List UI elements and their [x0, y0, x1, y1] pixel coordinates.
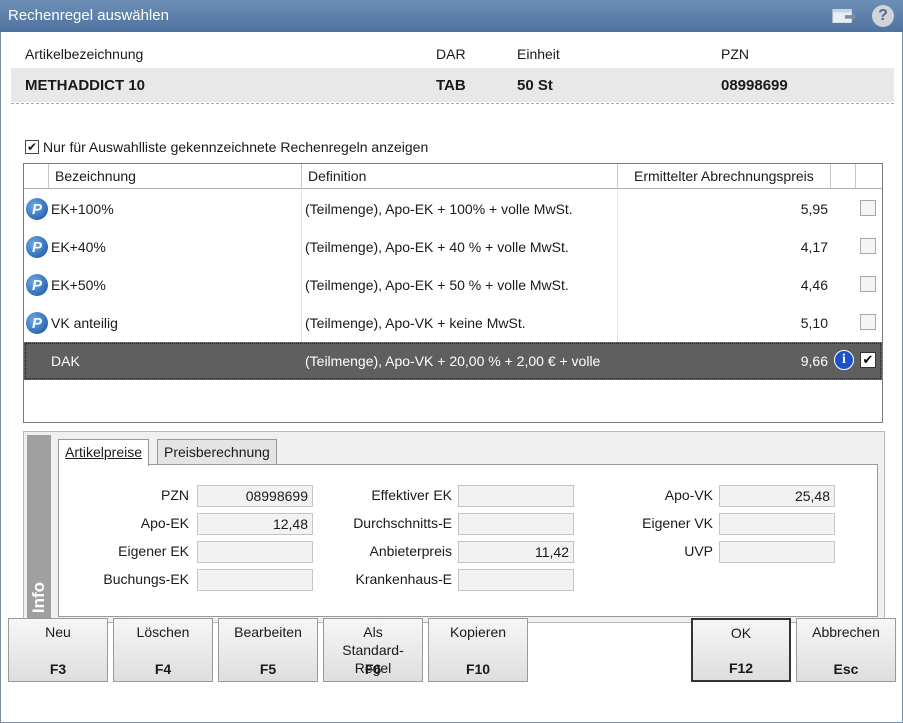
header-separator [11, 103, 894, 104]
article-unit: 50 St [517, 77, 553, 94]
label-eigener-ek: Eigener EK [118, 543, 189, 559]
row-price: 9,66 [800, 353, 828, 369]
krankenhaus-e-field[interactable] [458, 569, 574, 591]
row-definition: (Teilmenge), Apo-EK + 40 % + volle MwSt. [305, 239, 569, 255]
label-durchschnitts-e: Durchschnitts-E [353, 515, 452, 531]
header-icon-col [24, 164, 49, 189]
ok-button[interactable]: OK F12 [691, 618, 791, 682]
window-title: Rechenregel auswählen [8, 7, 169, 24]
grid-header: Bezeichnung Definition Ermittelter Abrec… [24, 164, 882, 189]
info-panel: Info Artikelpreise Preisberechnung PZN 0… [23, 431, 885, 623]
label-apo-ek: Apo-EK [140, 515, 189, 531]
row-price: 4,17 [800, 239, 828, 255]
ok-button-key: F12 [728, 660, 754, 676]
new-button[interactable]: Neu F3 [8, 618, 108, 682]
table-row[interactable]: P VK anteilig (Teilmenge), Apo-VK + kein… [24, 304, 882, 342]
article-header-labels: Artikelbezeichnung DAR Einheit PZN [25, 46, 885, 64]
row-definition: (Teilmenge), Apo-EK + 50 % + volle MwSt. [305, 277, 569, 293]
table-row[interactable]: P EK+100% (Teilmenge), Apo-EK + 100% + v… [24, 190, 882, 228]
row-price: 5,10 [800, 315, 828, 331]
tab-artikelpreise-label: Artikelpreise [65, 444, 143, 460]
row-name: DAK [51, 353, 80, 369]
filter-checkbox-row[interactable]: ✔ Nur für Auswahlliste gekennzeichnete R… [25, 138, 428, 156]
tab-preisberechnung-label: Preisberechnung [164, 444, 270, 460]
delete-button[interactable]: Löschen F4 [113, 618, 213, 682]
table-row[interactable]: P EK+40% (Teilmenge), Apo-EK + 40 % + vo… [24, 228, 882, 266]
header-price[interactable]: Ermittelter Abrechnungspreis [618, 164, 831, 189]
copy-button-key: F10 [465, 661, 491, 677]
row-checkbox[interactable] [860, 200, 876, 216]
table-row[interactable]: P EK+50% (Teilmenge), Apo-EK + 50 % + vo… [24, 266, 882, 304]
tab-preisberechnung[interactable]: Preisberechnung [157, 439, 277, 465]
row-name: EK+40% [51, 239, 106, 255]
label-pzn-field: PZN [161, 487, 189, 503]
row-name: VK anteilig [51, 315, 118, 331]
ok-button-label: OK [730, 625, 752, 641]
label-buchungs-ek: Buchungs-EK [103, 571, 189, 587]
delete-button-label: Löschen [136, 624, 190, 640]
eigener-vk-field[interactable] [719, 513, 835, 535]
new-button-key: F3 [49, 661, 67, 677]
cancel-button-label: Abbrechen [812, 624, 880, 640]
tab-content-artikelpreise: PZN 08998699 Apo-EK 12,48 Eigener EK Buc… [58, 464, 878, 617]
title-bar: Rechenregel auswählen ? [0, 0, 903, 32]
uvp-field[interactable] [719, 541, 835, 563]
header-definition[interactable]: Definition [302, 164, 618, 189]
row-checkbox[interactable]: ✔ [860, 352, 876, 368]
label-einheit: Einheit [517, 46, 560, 62]
article-header-values: METHADDICT 10 TAB 50 St 08998699 [11, 68, 894, 102]
header-check-col [856, 164, 882, 189]
set-standard-button[interactable]: Als Standard-Regel F6 [323, 618, 423, 682]
delete-button-key: F4 [154, 661, 172, 677]
label-krankenhaus-e: Krankenhaus-E [355, 571, 452, 587]
article-pzn: 08998699 [721, 77, 788, 94]
rules-grid: Bezeichnung Definition Ermittelter Abrec… [23, 163, 883, 423]
p-rule-icon: P [26, 198, 48, 220]
label-dar: DAR [436, 46, 466, 62]
edit-button-key: F5 [259, 661, 277, 677]
label-pzn: PZN [721, 46, 749, 62]
label-eigener-vk: Eigener VK [642, 515, 713, 531]
filter-label: Nur für Auswahlliste gekennzeichnete Rec… [43, 139, 429, 155]
copy-button[interactable]: Kopieren F10 [428, 618, 528, 682]
tab-artikelpreise[interactable]: Artikelpreise [58, 439, 150, 466]
label-artikelbezeichnung: Artikelbezeichnung [25, 46, 144, 62]
row-definition: (Teilmenge), Apo-VK + keine MwSt. [305, 315, 526, 331]
header-info-col [831, 164, 856, 189]
table-row-selected[interactable]: DAK (Teilmenge), Apo-VK + 20,00 % + 2,00… [24, 342, 882, 380]
copy-button-label: Kopieren [449, 624, 507, 640]
edit-button[interactable]: Bearbeiten F5 [218, 618, 318, 682]
article-dar: TAB [436, 77, 466, 94]
row-name: EK+50% [51, 277, 106, 293]
p-rule-icon: P [26, 236, 48, 258]
help-button[interactable]: ? [871, 5, 895, 27]
row-price: 5,95 [800, 201, 828, 217]
label-anbieterpreis: Anbieterpreis [369, 543, 453, 559]
window-restore-icon[interactable] [832, 5, 856, 27]
row-definition: (Teilmenge), Apo-EK + 100% + volle MwSt. [305, 201, 573, 217]
info-icon[interactable]: i [834, 350, 854, 370]
row-definition: (Teilmenge), Apo-VK + 20,00 % + 2,00 € +… [305, 353, 601, 369]
row-name: EK+100% [51, 201, 114, 217]
label-uvp: UVP [684, 543, 713, 559]
new-button-label: Neu [45, 624, 71, 640]
row-checkbox[interactable] [860, 314, 876, 330]
set-standard-button-key: F6 [364, 661, 382, 677]
header-bezeichnung[interactable]: Bezeichnung [49, 164, 302, 189]
p-rule-icon: P [26, 274, 48, 296]
filter-checkbox[interactable]: ✔ [25, 140, 39, 154]
apo-vk-field[interactable]: 25,48 [719, 485, 835, 507]
cancel-button[interactable]: Abbrechen Esc [796, 618, 896, 682]
label-effektiver-ek: Effektiver EK [371, 487, 452, 503]
edit-button-label: Bearbeiten [234, 624, 302, 640]
label-apo-vk: Apo-VK [664, 487, 713, 503]
row-checkbox[interactable] [860, 238, 876, 254]
p-rule-icon: P [26, 312, 48, 334]
cancel-button-key: Esc [833, 661, 859, 677]
article-name: METHADDICT 10 [25, 77, 146, 94]
help-icon: ? [872, 5, 894, 27]
row-checkbox[interactable] [860, 276, 876, 292]
row-price: 4,46 [800, 277, 828, 293]
